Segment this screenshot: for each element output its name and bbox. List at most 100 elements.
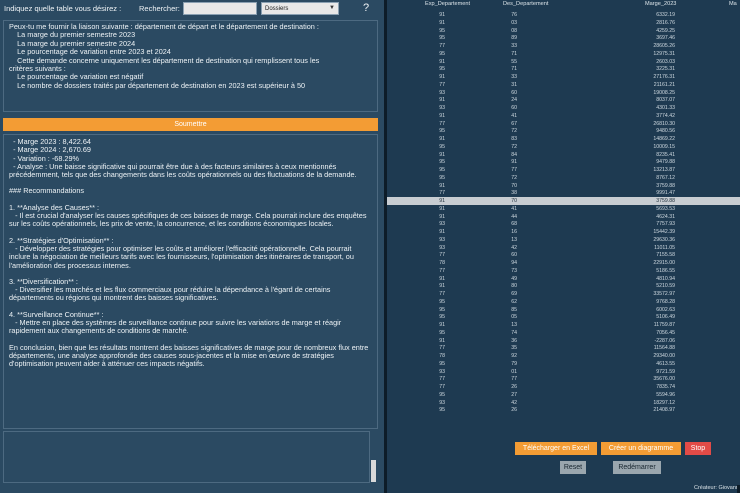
table-cell: 16 [511, 229, 517, 235]
table-row[interactable]: 77 31 21161.21 [387, 81, 740, 89]
table-row[interactable]: 77 33 28605.26 [387, 42, 740, 50]
table-cell: 92 [511, 353, 517, 359]
table-cell: 91 [439, 112, 445, 119]
table-cell: 35676.00 [653, 376, 675, 383]
table-cell: 10009.15 [653, 143, 675, 150]
table-row[interactable]: 95 71 3225.31 [387, 65, 740, 73]
table-row[interactable]: 91 70 3759.88 [387, 182, 740, 190]
table-row[interactable]: 91 36 -2287.06 [387, 337, 740, 345]
table-cell: 91 [439, 198, 445, 204]
column-header-marge-2023[interactable]: Marge_2023 [645, 1, 676, 7]
table-row[interactable]: 77 60 7155.58 [387, 251, 740, 259]
table-cell: 7835.74 [656, 384, 675, 390]
table-row[interactable]: 95 74 7056.45 [387, 329, 740, 337]
table-row[interactable]: 95 71 12975.31 [387, 50, 740, 58]
table-cell: 31 [511, 81, 517, 88]
table-row[interactable]: 91 03 2816.76 [387, 19, 740, 27]
download-excel-button[interactable]: Télécharger en Excel [515, 442, 597, 455]
table-row[interactable]: 91 44 4624.31 [387, 213, 740, 221]
table-row[interactable]: 95 91 9479.88 [387, 158, 740, 166]
scrollbar-thumb[interactable] [371, 460, 376, 482]
table-row[interactable]: 93 42 11011.05 [387, 244, 740, 252]
table-row[interactable]: 77 73 5186.55 [387, 267, 740, 275]
table-cell: 77 [439, 345, 445, 352]
table-row[interactable]: 95 72 9480.56 [387, 127, 740, 135]
table-row[interactable]: 93 68 7757.93 [387, 220, 740, 228]
toolbar: Indiquez quelle table vous désirez : Rec… [0, 0, 384, 18]
table-row[interactable]: 77 35 11564.88 [387, 344, 740, 352]
table-cell: 91 [439, 229, 445, 235]
table-row[interactable]: 78 94 22915.00 [387, 259, 740, 267]
table-cell: 72 [511, 174, 517, 181]
table-row[interactable]: 77 67 26810.30 [387, 120, 740, 128]
restart-button[interactable]: Redémarrer [613, 461, 661, 474]
column-header-exp-departement[interactable]: Exp_Departement [425, 1, 470, 7]
table-row[interactable]: 91 76 6332.19 [387, 11, 740, 19]
table-row[interactable]: 91 49 4810.94 [387, 275, 740, 283]
table-cell: 91 [439, 151, 445, 158]
table-row[interactable]: 93 13 29630.36 [387, 236, 740, 244]
table-cell: 71 [511, 66, 517, 73]
table-row[interactable]: 95 05 5106.49 [387, 313, 740, 321]
table-row[interactable]: 91 41 5693.53 [387, 205, 740, 213]
table-row[interactable]: 91 33 27176.31 [387, 73, 740, 81]
prompt-textarea[interactable]: Peux-tu me fournir la liaison suivante :… [3, 20, 378, 112]
table-cell: 42 [511, 244, 517, 251]
table-row[interactable]: 95 79 4613.55 [387, 360, 740, 368]
table-cell: 94 [511, 260, 517, 266]
table-cell: 91 [439, 182, 445, 189]
table-cell: 91 [439, 12, 445, 18]
table-row[interactable]: 95 89 3697.46 [387, 34, 740, 42]
stop-button[interactable]: Stop [685, 442, 711, 455]
table-row[interactable]: 95 85 6002.63 [387, 306, 740, 314]
table-row[interactable]: 95 72 10009.15 [387, 143, 740, 151]
table-row[interactable]: 91 41 3774.42 [387, 112, 740, 120]
table-row[interactable]: 91 13 11759.87 [387, 321, 740, 329]
column-header-marge-2024[interactable]: Ma [729, 1, 737, 7]
create-diagram-button[interactable]: Créer un diagramme [601, 442, 681, 455]
table-cell: 85 [511, 306, 517, 313]
secondary-text-area[interactable] [3, 431, 370, 483]
table-row[interactable]: 77 69 33572.97 [387, 290, 740, 298]
table-row[interactable]: 91 55 2603.03 [387, 58, 740, 66]
table-cell: 91 [439, 97, 445, 104]
response-paragraph: 2. **Stratégies d'Optimisation** : - Dév… [9, 235, 354, 270]
table-row[interactable]: 95 27 5594.96 [387, 391, 740, 399]
table-cell: 95 [439, 407, 445, 414]
table-row[interactable]: 95 08 4259.25 [387, 27, 740, 35]
table-cell: 95 [439, 50, 445, 57]
table-cell: 13 [511, 322, 517, 328]
table-cell: 2603.03 [656, 58, 675, 65]
help-button[interactable]: ? [359, 2, 373, 16]
table-row[interactable]: 91 84 8235.41 [387, 151, 740, 159]
table-row[interactable]: 91 70 3759.88 [387, 197, 740, 205]
table-row[interactable]: 91 24 8037.07 [387, 96, 740, 104]
column-header-des-departement[interactable]: Des_Departement [503, 1, 548, 7]
table-row[interactable]: 93 60 4301.33 [387, 104, 740, 112]
table-row[interactable]: 77 26 7835.74 [387, 383, 740, 391]
table-row[interactable]: 93 01 9721.59 [387, 368, 740, 376]
reset-button[interactable]: Reset [560, 461, 586, 474]
table-row[interactable]: 93 42 18297.12 [387, 399, 740, 407]
table-cell: 3225.31 [656, 66, 675, 73]
submit-button[interactable]: Soumettre [3, 118, 378, 131]
table-row[interactable]: 95 62 9768.28 [387, 298, 740, 306]
table-row[interactable]: 95 72 8767.12 [387, 174, 740, 182]
table-select-dropdown[interactable]: Dossiers ▼ [261, 2, 339, 15]
response-paragraph: 4. **Surveillance Continue** : - Mettre … [9, 309, 342, 336]
table-row[interactable]: 95 77 13213.87 [387, 166, 740, 174]
table-cell: 95 [439, 329, 445, 336]
table-row[interactable]: 93 60 19008.25 [387, 89, 740, 97]
table-row[interactable]: 91 83 14869.22 [387, 135, 740, 143]
table-row[interactable]: 77 38 9991.47 [387, 189, 740, 197]
table-select-label: Indiquez quelle table vous désirez : [4, 4, 122, 13]
table-row[interactable]: 78 92 29340.00 [387, 352, 740, 360]
table-row[interactable]: 91 16 15442.39 [387, 228, 740, 236]
search-input[interactable] [183, 2, 257, 15]
table-row[interactable]: 95 26 21408.97 [387, 406, 740, 414]
table-cell: 95 [439, 143, 445, 150]
table-cell: 72 [511, 143, 517, 150]
table-cell: 4810.94 [656, 275, 675, 282]
table-row[interactable]: 91 80 5210.59 [387, 282, 740, 290]
table-row[interactable]: 77 77 35676.00 [387, 375, 740, 383]
